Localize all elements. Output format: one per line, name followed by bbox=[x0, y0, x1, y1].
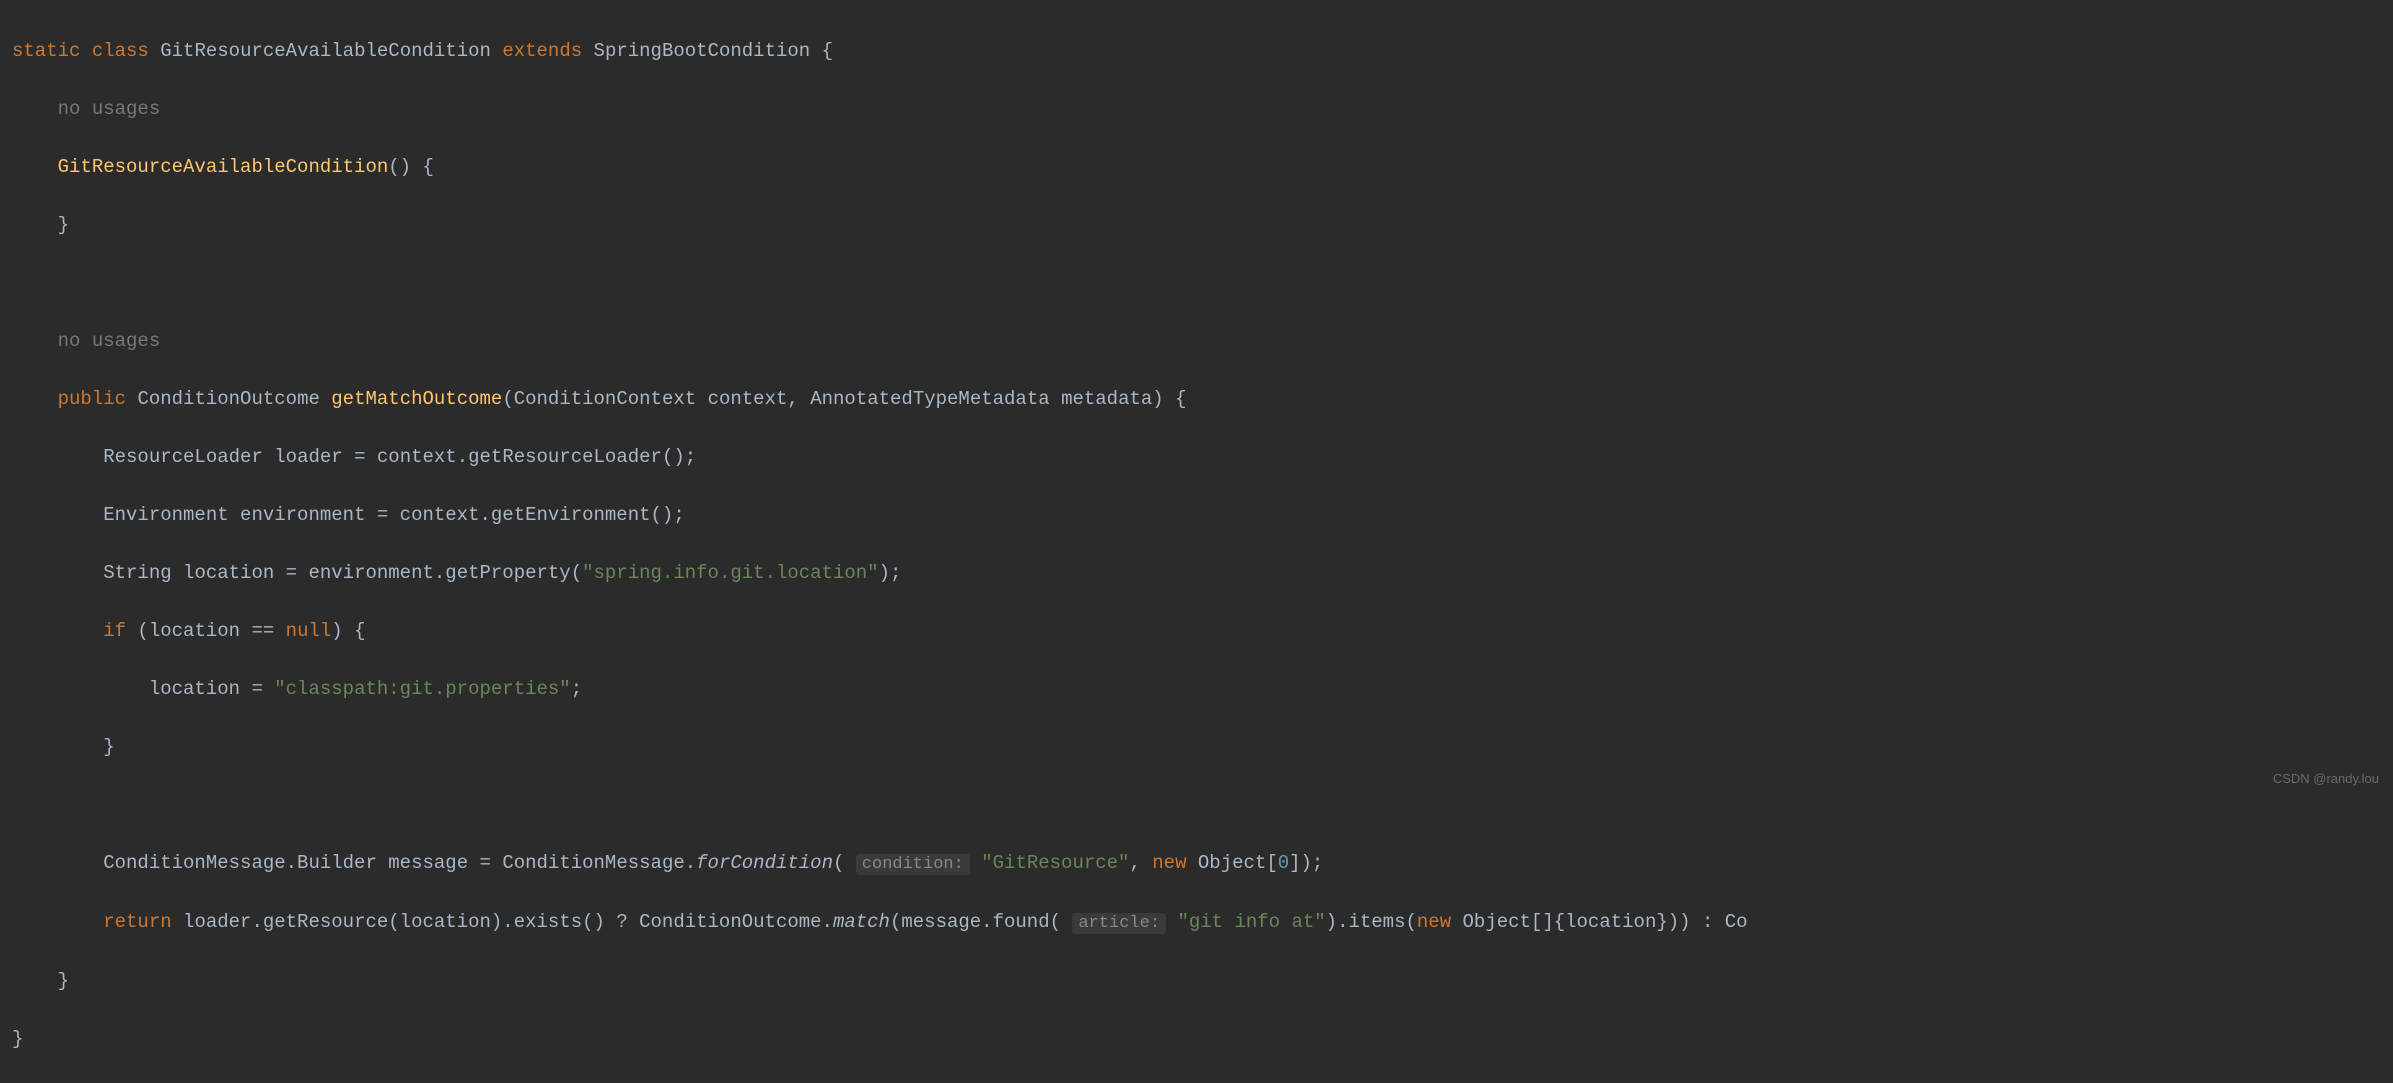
var-type: ResourceLoader bbox=[103, 446, 263, 468]
code-line[interactable] bbox=[12, 791, 2393, 820]
usage-hint: no usages bbox=[58, 330, 161, 352]
var-type: ConditionMessage.Builder bbox=[103, 852, 377, 874]
param-type: AnnotatedTypeMetadata bbox=[810, 388, 1049, 410]
params: () { bbox=[388, 156, 434, 178]
keyword-new: new bbox=[1417, 911, 1451, 933]
param-name: context bbox=[708, 388, 788, 410]
keyword-return: return bbox=[103, 911, 171, 933]
code-line[interactable]: if (location == null) { bbox=[12, 617, 2393, 646]
method-name: getMatchOutcome bbox=[331, 388, 502, 410]
static-method: match bbox=[833, 911, 890, 933]
var-name: environment bbox=[240, 504, 365, 526]
param-hint: article: bbox=[1072, 913, 1166, 934]
keyword-static: static bbox=[12, 40, 80, 62]
brace: } bbox=[12, 1028, 23, 1050]
watermark: CSDN @randy.lou bbox=[2273, 764, 2379, 793]
code-line[interactable]: static class GitResourceAvailableConditi… bbox=[12, 37, 2393, 66]
usage-hint: no usages bbox=[58, 98, 161, 120]
code-line[interactable]: String location = environment.getPropert… bbox=[12, 559, 2393, 588]
condition: (location == bbox=[126, 620, 286, 642]
string-literal: "GitResource" bbox=[981, 852, 1129, 874]
code-line[interactable]: Environment environment = context.getEnv… bbox=[12, 501, 2393, 530]
assignment: location = bbox=[149, 678, 274, 700]
assignment: = context.getResourceLoader(); bbox=[343, 446, 696, 468]
brace: ) { bbox=[1152, 388, 1186, 410]
code-line[interactable]: } bbox=[12, 733, 2393, 762]
static-method: forCondition bbox=[696, 852, 833, 874]
code-line[interactable]: no usages bbox=[12, 327, 2393, 356]
brace: } bbox=[103, 736, 114, 758]
code-line[interactable]: location = "classpath:git.properties"; bbox=[12, 675, 2393, 704]
code-line[interactable]: } bbox=[12, 211, 2393, 240]
paren: ( bbox=[502, 388, 513, 410]
code-line[interactable]: GitResourceAvailableCondition() { bbox=[12, 153, 2393, 182]
return-type: ConditionOutcome bbox=[137, 388, 319, 410]
keyword-public: public bbox=[58, 388, 126, 410]
code-line[interactable]: ConditionMessage.Builder message = Condi… bbox=[12, 849, 2393, 879]
code-line[interactable]: } bbox=[12, 1025, 2393, 1054]
string-literal: "spring.info.git.location" bbox=[582, 562, 878, 584]
code-line[interactable]: ResourceLoader loader = context.getResou… bbox=[12, 443, 2393, 472]
param-hint: condition: bbox=[856, 854, 970, 875]
string-literal: "git info at" bbox=[1177, 911, 1325, 933]
var-name: message bbox=[388, 852, 468, 874]
code-line[interactable]: no usages bbox=[12, 95, 2393, 124]
code-line[interactable] bbox=[12, 269, 2393, 298]
param-name: metadata bbox=[1061, 388, 1152, 410]
brace: { bbox=[810, 40, 833, 62]
keyword-null: null bbox=[286, 620, 332, 642]
code-editor[interactable]: static class GitResourceAvailableConditi… bbox=[0, 8, 2393, 1083]
param-type: ConditionContext bbox=[514, 388, 696, 410]
keyword-new: new bbox=[1152, 852, 1186, 874]
keyword-extends: extends bbox=[502, 40, 582, 62]
number-literal: 0 bbox=[1278, 852, 1289, 874]
super-class-name: SpringBootCondition bbox=[594, 40, 811, 62]
keyword-class: class bbox=[92, 40, 149, 62]
class-name: GitResourceAvailableCondition bbox=[160, 40, 491, 62]
assignment: = environment.getProperty( bbox=[274, 562, 582, 584]
brace: } bbox=[58, 214, 69, 236]
code-line[interactable]: return loader.getResource(location).exis… bbox=[12, 908, 2393, 938]
var-type: String bbox=[103, 562, 171, 584]
keyword-if: if bbox=[103, 620, 126, 642]
assignment: = context.getEnvironment(); bbox=[365, 504, 684, 526]
var-name: loader bbox=[274, 446, 342, 468]
code-line[interactable]: public ConditionOutcome getMatchOutcome(… bbox=[12, 385, 2393, 414]
var-type: Environment bbox=[103, 504, 228, 526]
var-name: location bbox=[183, 562, 274, 584]
brace: } bbox=[58, 970, 69, 992]
constructor-name: GitResourceAvailableCondition bbox=[58, 156, 389, 178]
string-literal: "classpath:git.properties" bbox=[274, 678, 570, 700]
code-line[interactable]: } bbox=[12, 967, 2393, 996]
